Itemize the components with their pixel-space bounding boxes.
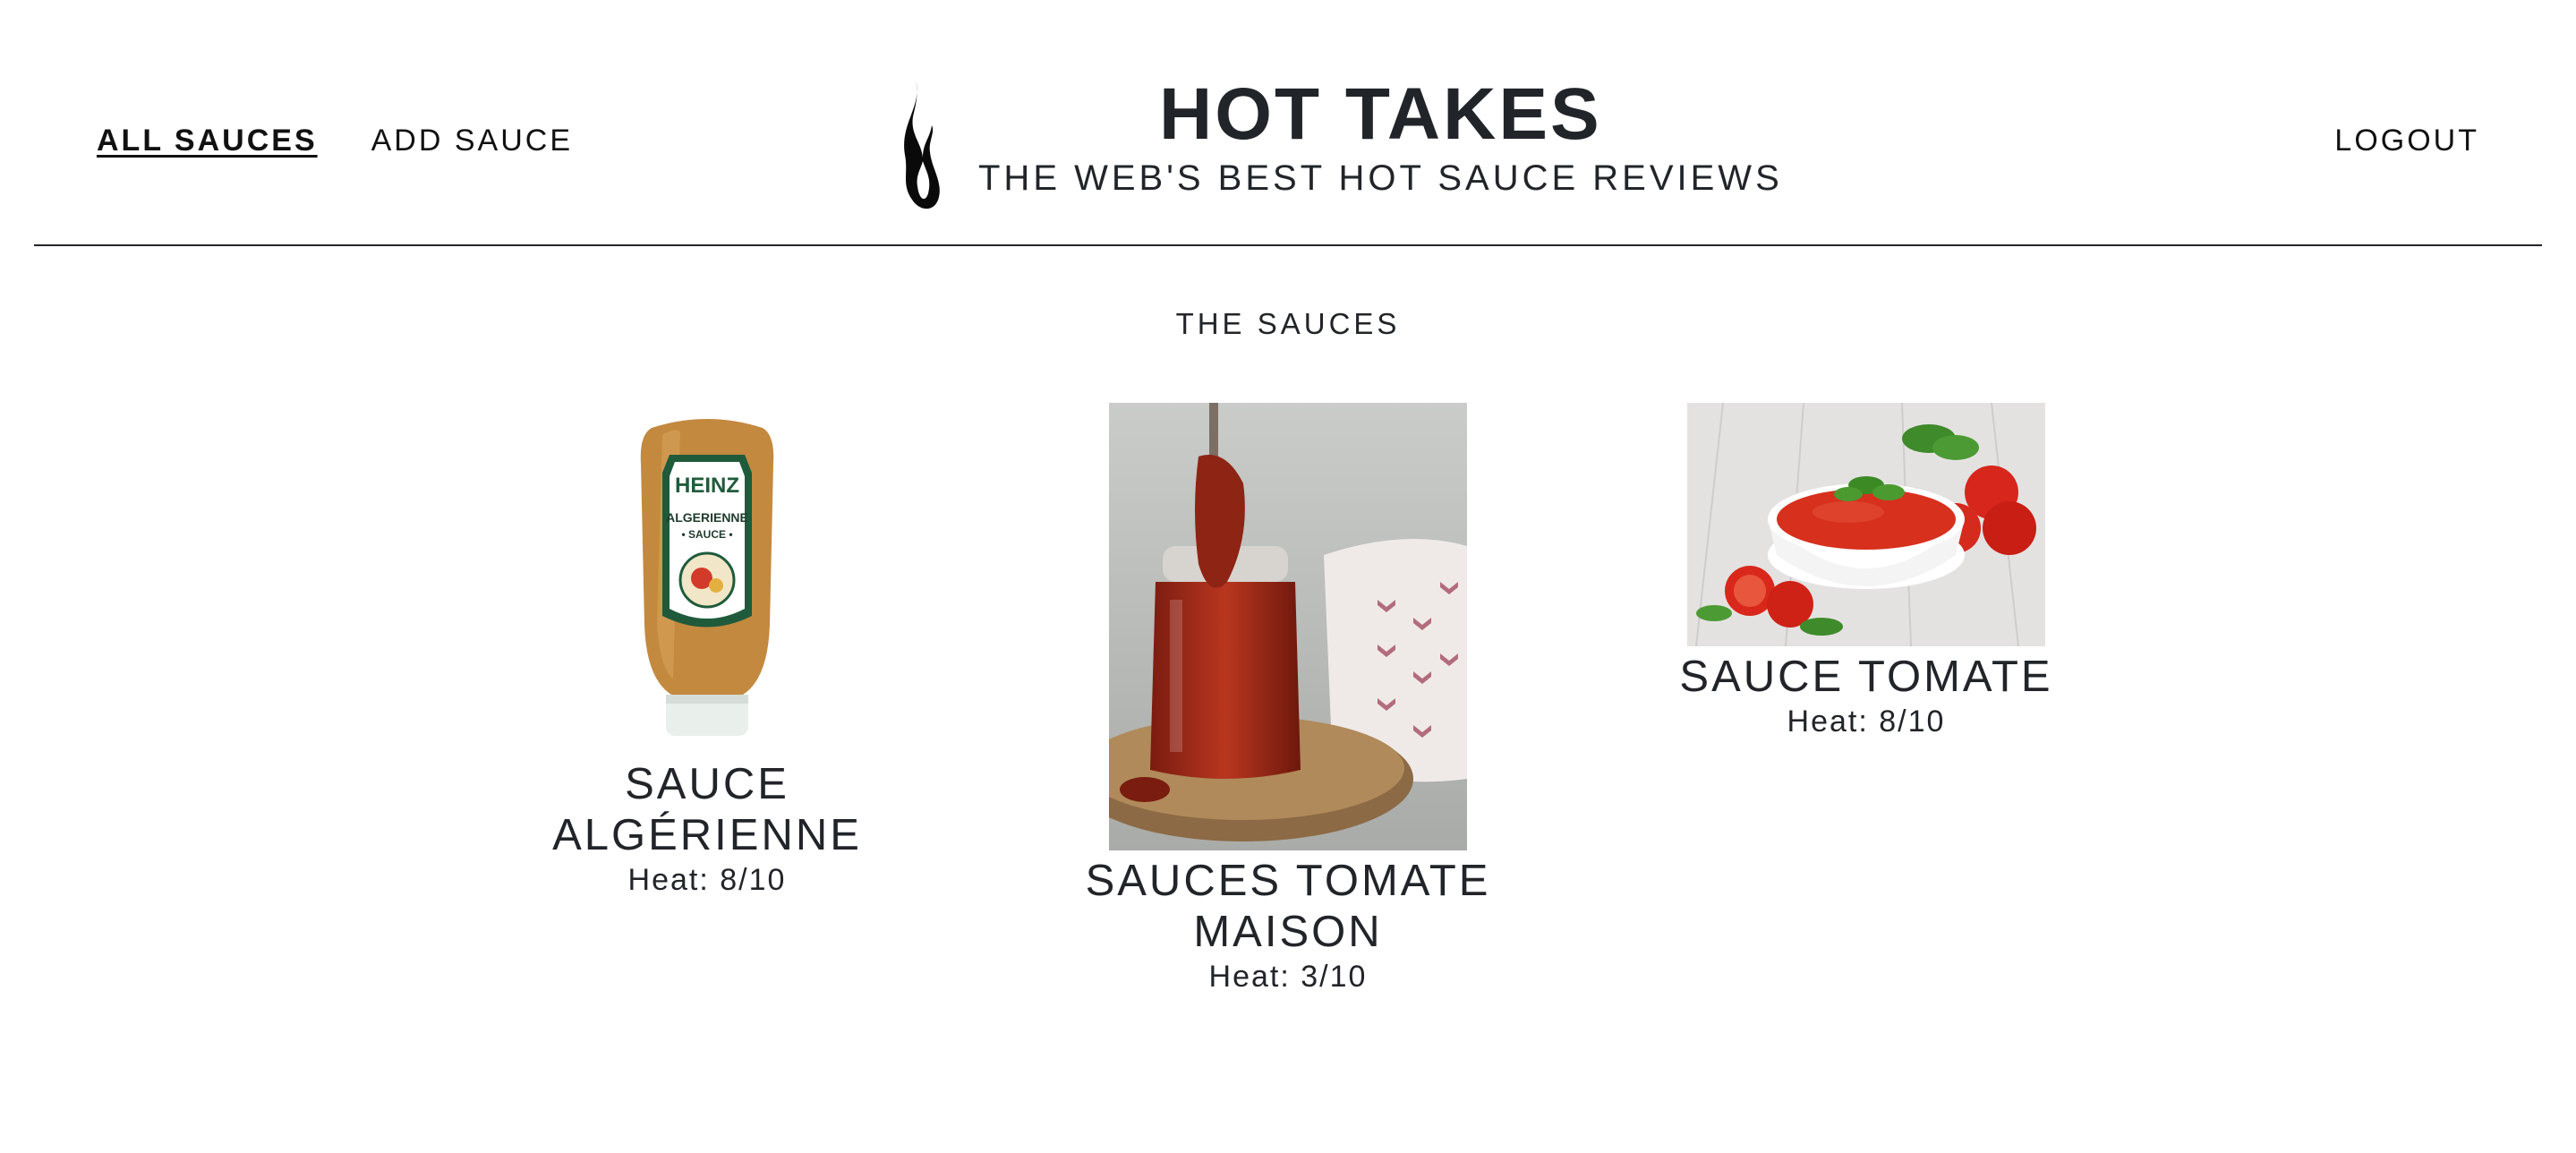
nav-all-sauces-link[interactable]: ALL SAUCES [97,124,318,158]
site-subtitle: THE WEB'S BEST HOT SAUCE REVIEWS [978,158,1783,198]
tomato-sauce-bowl-photo[interactable] [1687,403,2045,646]
brand: HOT TAKES THE WEB'S BEST HOT SAUCE REVIE… [896,73,1783,215]
sauce-card[interactable]: SAUCES TOMATE MAISON Heat: 3/10 [1082,403,1494,995]
nav-add-sauce-link[interactable]: ADD SAUCE [371,124,573,158]
sauce-heat: Heat: 3/10 [1208,960,1368,994]
site-title: HOT TAKES [1159,73,1602,155]
flame-icon [904,81,940,209]
svg-text:ALGERIENNE: ALGERIENNE [666,510,748,525]
sauce-heat: Heat: 8/10 [1787,705,1946,739]
page: ALL SAUCES ADD SAUCE HOT TAKES THE WEB'S… [0,0,2576,1153]
sauce-card[interactable]: SAUCE TOMATE Heat: 8/10 [1660,403,2072,740]
primary-nav: ALL SAUCES ADD SAUCE [97,124,573,158]
svg-text:• SAUCE •: • SAUCE • [681,528,732,541]
brand-text: HOT TAKES THE WEB'S BEST HOT SAUCE REVIE… [978,73,1783,201]
squeeze-bottle-photo[interactable]: HEINZ ALGERIENNE • SAUCE • [618,410,797,754]
logout-link[interactable]: LOGOUT [2334,124,2479,158]
sauce-card[interactable]: HEINZ ALGERIENNE • SAUCE • SAUCE ALGÉRIE… [501,410,913,899]
section-title: THE SAUCES [1175,307,1401,340]
sauce-name: SAUCES TOMATE MAISON [1085,857,1491,956]
svg-text:HEINZ: HEINZ [675,474,739,498]
sauce-name: SAUCE TOMATE [1679,653,2053,701]
site-header: ALL SAUCES ADD SAUCE HOT TAKES THE WEB'S… [34,0,2542,246]
secondary-nav: LOGOUT [2334,124,2479,158]
tomato-sauce-jar-photo[interactable] [1109,403,1467,850]
sauce-name: SAUCE ALGÉRIENNE [552,760,862,859]
sauce-heat: Heat: 8/10 [627,863,787,897]
